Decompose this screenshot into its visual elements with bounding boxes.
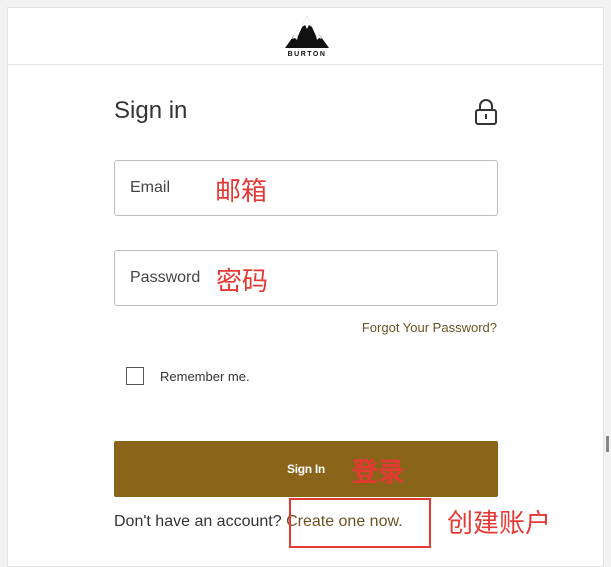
browser-window: BURTON Sign in Email 邮箱 Password 密码 Forg…: [7, 7, 604, 567]
sign-in-annotation: 登录: [352, 458, 405, 488]
lock-icon: [474, 99, 498, 125]
create-account-annotation: 创建账户: [447, 509, 552, 539]
remember-me-label[interactable]: Remember me.: [160, 369, 250, 384]
email-annotation: 邮箱: [215, 177, 268, 207]
remember-me-checkbox[interactable]: [126, 367, 144, 385]
password-annotation: 密码: [216, 267, 269, 297]
sign-in-button[interactable]: Sign In 登录: [114, 441, 498, 497]
email-label: Email: [130, 179, 171, 196]
page-title: Sign in: [114, 97, 188, 124]
create-link-highlight-box: [289, 498, 431, 548]
mountain-logo-icon: [285, 16, 329, 48]
password-label: Password: [130, 269, 201, 286]
site-header: BURTON: [8, 8, 603, 65]
no-account-text: Don't have an account?: [114, 513, 287, 530]
password-field[interactable]: Password 密码: [114, 250, 498, 306]
burton-logo[interactable]: BURTON: [283, 12, 331, 62]
brand-wordmark: BURTON: [287, 51, 327, 58]
email-field[interactable]: Email 邮箱: [114, 160, 498, 216]
sign-in-button-label: Sign In: [287, 462, 325, 476]
forgot-password-link[interactable]: Forgot Your Password?: [362, 320, 497, 335]
scrollbar-thumb[interactable]: [606, 436, 609, 452]
